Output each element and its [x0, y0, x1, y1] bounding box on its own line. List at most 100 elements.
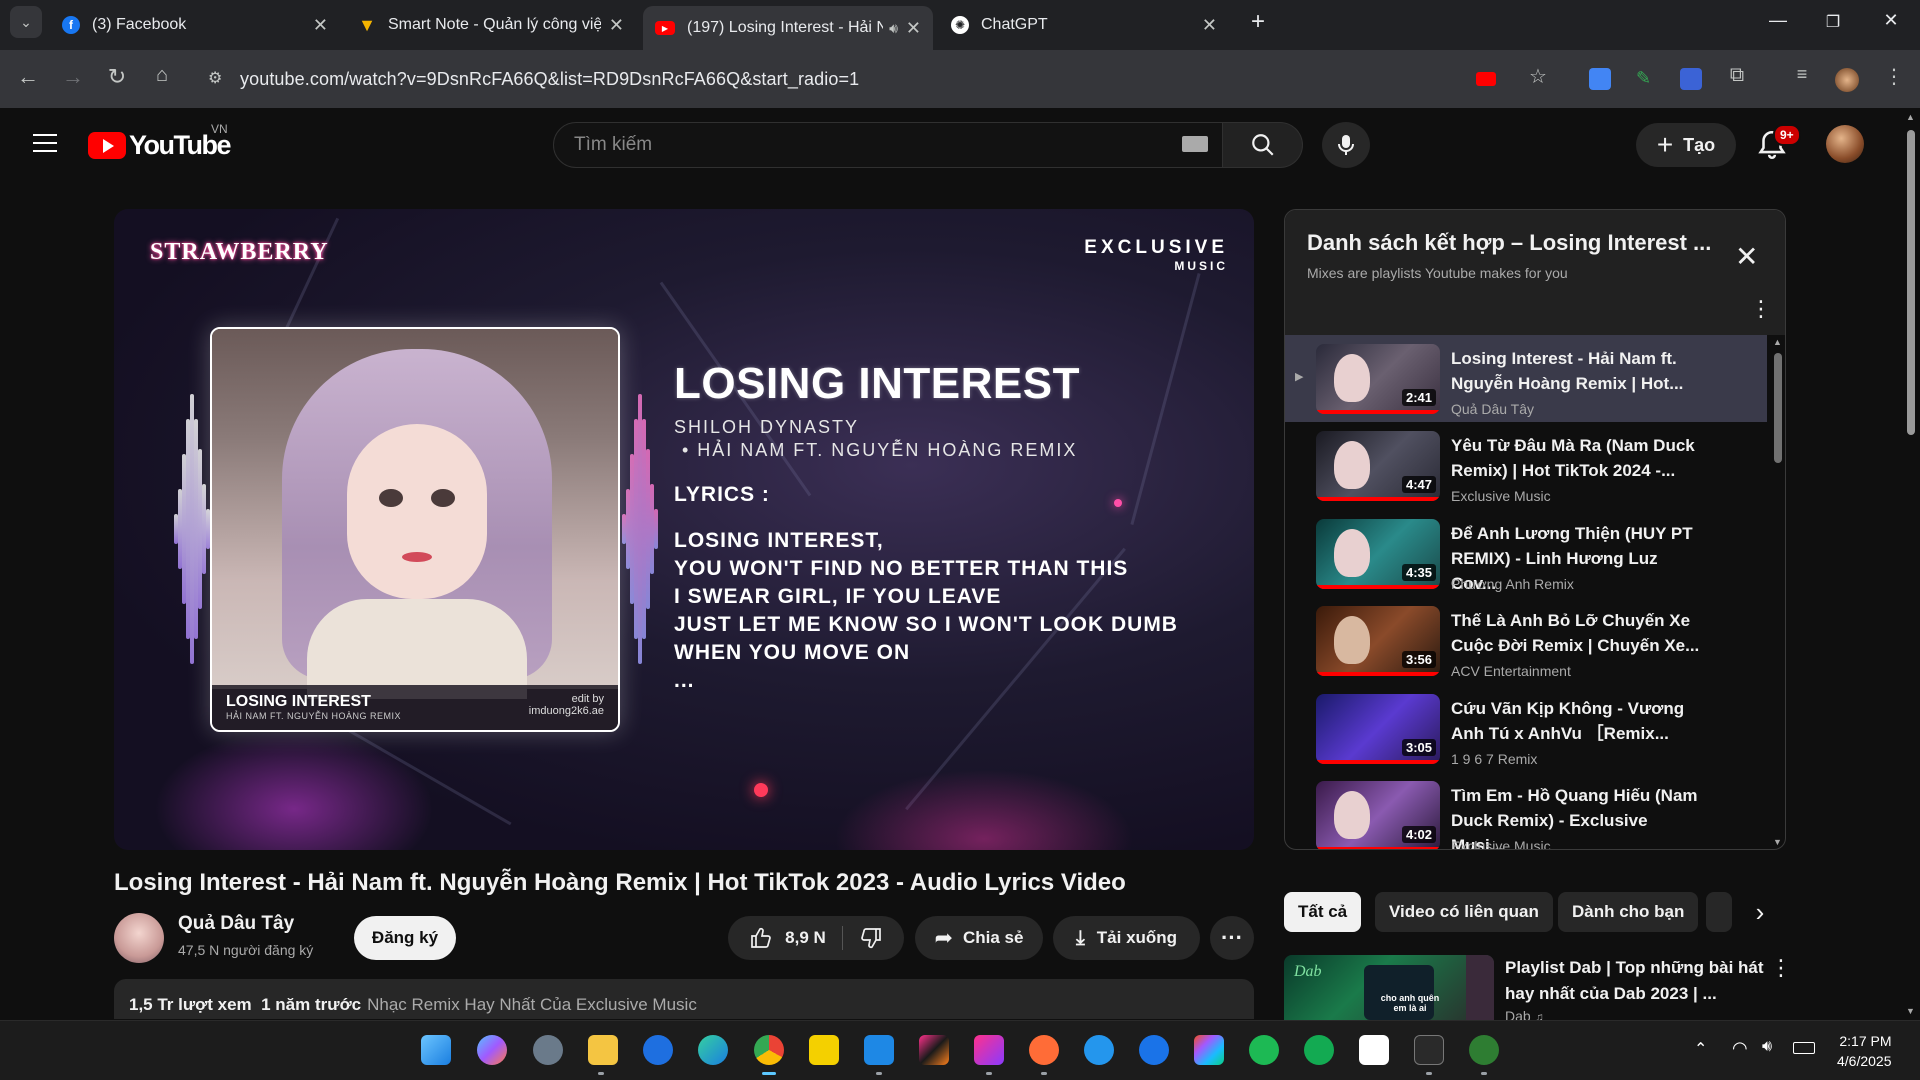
tab-chatgpt[interactable]: ✺ ChatGPT ✕ — [939, 8, 1229, 42]
figma-icon[interactable] — [1194, 1035, 1224, 1065]
dislike-button[interactable] — [843, 926, 883, 950]
address-bar[interactable]: ⚙︎ youtube.com/watch?v=9DsnRcFA66Q&list=… — [200, 58, 1460, 100]
chip-partial[interactable] — [1706, 892, 1732, 932]
speaker-icon[interactable]: 🔊︎ — [889, 20, 898, 37]
notion-icon[interactable] — [1359, 1035, 1389, 1065]
youtube-logo[interactable]: YouTube VN — [88, 122, 231, 161]
media-control-icon[interactable]: ≡ — [1787, 64, 1817, 85]
account-avatar[interactable] — [1826, 125, 1864, 163]
chip-all[interactable]: Tất cả — [1284, 892, 1362, 932]
translate-extension-icon[interactable] — [1589, 68, 1611, 90]
playlist-item[interactable]: 4:02 Tìm Em - Hồ Quang Hiếu (Nam Duck Re… — [1285, 772, 1767, 849]
description-box[interactable]: 1,5 Tr lượt xem 1 năm trước Nhạc Remix Ha… — [114, 979, 1254, 1019]
close-icon[interactable]: ✕ — [609, 15, 624, 36]
file-explorer-icon[interactable] — [588, 1035, 618, 1065]
vscode-icon[interactable] — [864, 1035, 894, 1065]
hamburger-menu-icon[interactable] — [33, 134, 57, 152]
system-clock[interactable]: 2:17 PM 4/6/2025 — [1837, 1031, 1892, 1071]
keyboard-icon[interactable] — [1182, 136, 1208, 152]
postman-icon[interactable] — [1029, 1035, 1059, 1065]
recommendation-menu-icon[interactable]: ⋮ — [1770, 955, 1792, 981]
docker-icon[interactable] — [1084, 1035, 1114, 1065]
close-icon[interactable]: ✕ — [1202, 15, 1217, 36]
profile-avatar-icon[interactable] — [1835, 68, 1859, 92]
sticky-notes-icon[interactable] — [809, 1035, 839, 1065]
close-icon[interactable]: ✕ — [313, 15, 328, 36]
search-input[interactable]: Tìm kiếm — [553, 122, 1223, 168]
lyrics-label: LYRICS : — [674, 483, 770, 506]
lyric-line: WHEN YOU MOVE ON — [674, 641, 911, 664]
playlist-item[interactable]: 4:47 Yêu Từ Đâu Mà Ra (Nam Duck Remix) |… — [1285, 422, 1767, 509]
chip-related[interactable]: Video có liên quan — [1375, 892, 1553, 932]
recommendation-title[interactable]: Playlist Dab | Top những bài hát hay nhấ… — [1505, 955, 1765, 1007]
playlist-item[interactable]: 3:56 Thế Là Anh Bỏ Lỡ Chuyến Xe Cuộc Đời… — [1285, 597, 1767, 684]
dictionary-extension-icon[interactable] — [1680, 68, 1702, 90]
scroll-down-icon[interactable]: ▼ — [1773, 837, 1782, 847]
menu-kebab-icon[interactable]: ⋮ — [1879, 64, 1909, 89]
new-tab-button[interactable]: + — [1243, 8, 1273, 36]
scroll-down-icon[interactable]: ▼ — [1906, 1006, 1915, 1016]
voice-search-button[interactable] — [1322, 122, 1370, 168]
minimize-button[interactable]: — — [1763, 10, 1793, 31]
close-playlist-icon[interactable]: ✕ — [1735, 240, 1758, 273]
playlist-menu-icon[interactable]: ⋮ — [1750, 296, 1772, 322]
thumbs-up-icon — [751, 927, 772, 948]
wifi-icon[interactable]: ◠ — [1732, 1038, 1748, 1059]
back-icon[interactable]: ← — [13, 64, 43, 90]
battery-icon[interactable] — [1793, 1042, 1815, 1054]
google-icon[interactable] — [1139, 1035, 1169, 1065]
bookmark-star-icon[interactable]: ☆ — [1523, 64, 1553, 89]
pen-extension-icon[interactable]: ✎ — [1636, 68, 1658, 90]
playlist-item[interactable]: 4:35 Để Anh Lương Thiện (HUY PT REMIX) -… — [1285, 510, 1767, 597]
settings-gear-icon[interactable] — [533, 1035, 563, 1065]
url-text[interactable]: youtube.com/watch?v=9DsnRcFA66Q&list=RD9… — [240, 69, 859, 90]
search-button[interactable] — [1223, 122, 1303, 168]
terminal-icon[interactable] — [1414, 1035, 1444, 1065]
download-button[interactable]: ⤓ Tải xuống — [1053, 916, 1200, 960]
share-label: Chia sẻ — [962, 928, 1024, 947]
playlist-item[interactable]: ▶ 2:41 Losing Interest - Hải Nam ft. Ngu… — [1285, 335, 1767, 422]
tab-smart-note[interactable]: ▼ Smart Note - Quản lý công việc ✕ — [346, 8, 636, 42]
chevron-right-icon[interactable]: › — [1740, 892, 1780, 932]
edge-icon[interactable] — [698, 1035, 728, 1065]
more-actions-button[interactable]: ··· — [1210, 916, 1254, 960]
subscribe-button[interactable]: Đăng ký — [354, 916, 456, 960]
site-info-icon[interactable]: ⚙︎ — [208, 68, 222, 88]
recommendation-thumbnail[interactable]: Dab cho anh quên em là ai — [1284, 955, 1494, 1020]
forward-icon[interactable]: → — [58, 64, 88, 90]
extensions-puzzle-icon[interactable]: ⧉ — [1722, 64, 1752, 87]
zalo-icon[interactable] — [643, 1035, 673, 1065]
chip-for-you[interactable]: Dành cho bạn — [1558, 892, 1699, 932]
youtube-extension-icon[interactable] — [1476, 72, 1496, 86]
tab-search-button[interactable]: ⌄ — [10, 6, 42, 38]
restore-button[interactable]: ❐ — [1818, 12, 1848, 32]
hs-app-icon[interactable] — [1469, 1035, 1499, 1065]
channel-name[interactable]: Quả Dâu Tây — [178, 913, 294, 935]
scroll-up-icon[interactable]: ▲ — [1906, 112, 1915, 122]
close-icon[interactable]: ✕ — [906, 18, 921, 39]
video-player[interactable]: STRAWBERRY EXCLUSIVE MUSIC LOSING INTERE… — [114, 209, 1254, 850]
playlist-item[interactable]: 3:05 Cứu Vãn Kịp Không - Vương Anh Tú x … — [1285, 685, 1767, 772]
tab-facebook[interactable]: f (3) Facebook ✕ — [50, 8, 340, 42]
jetbrains-icon[interactable] — [919, 1035, 949, 1065]
share-button[interactable]: ➦ Chia sẻ — [915, 916, 1043, 960]
mongodb-icon[interactable] — [1304, 1035, 1334, 1065]
reload-icon[interactable]: ↻ — [102, 64, 132, 90]
volume-icon[interactable]: 🔊︎ — [1762, 1038, 1772, 1056]
tab-youtube-active[interactable]: ▶ (197) Losing Interest - Hải Nam 🔊︎ ✕ — [643, 6, 933, 50]
jetbrains-ide-icon[interactable] — [974, 1035, 1004, 1065]
close-window-button[interactable]: ✕ — [1876, 10, 1906, 31]
like-button[interactable]: 8,9 N — [749, 926, 843, 950]
channel-avatar[interactable] — [114, 913, 164, 963]
copilot-icon[interactable] — [477, 1035, 507, 1065]
chrome-icon[interactable] — [754, 1035, 784, 1065]
playlist-scrollbar[interactable]: ▲ ▼ — [1771, 335, 1785, 849]
description-tag[interactable]: Nhạc Remix Hay Nhất Của Exclusive Music — [367, 995, 697, 1014]
chevron-up-icon[interactable]: ⌃ — [1694, 1039, 1707, 1059]
create-button[interactable]: + Tạo — [1636, 123, 1736, 167]
windows-start-icon[interactable] — [421, 1035, 451, 1065]
home-icon[interactable]: ⌂ — [147, 64, 177, 87]
page-scrollbar[interactable]: ▲ ▼ — [1902, 108, 1920, 1020]
scroll-up-icon[interactable]: ▲ — [1773, 337, 1782, 347]
spotify-icon[interactable] — [1249, 1035, 1279, 1065]
